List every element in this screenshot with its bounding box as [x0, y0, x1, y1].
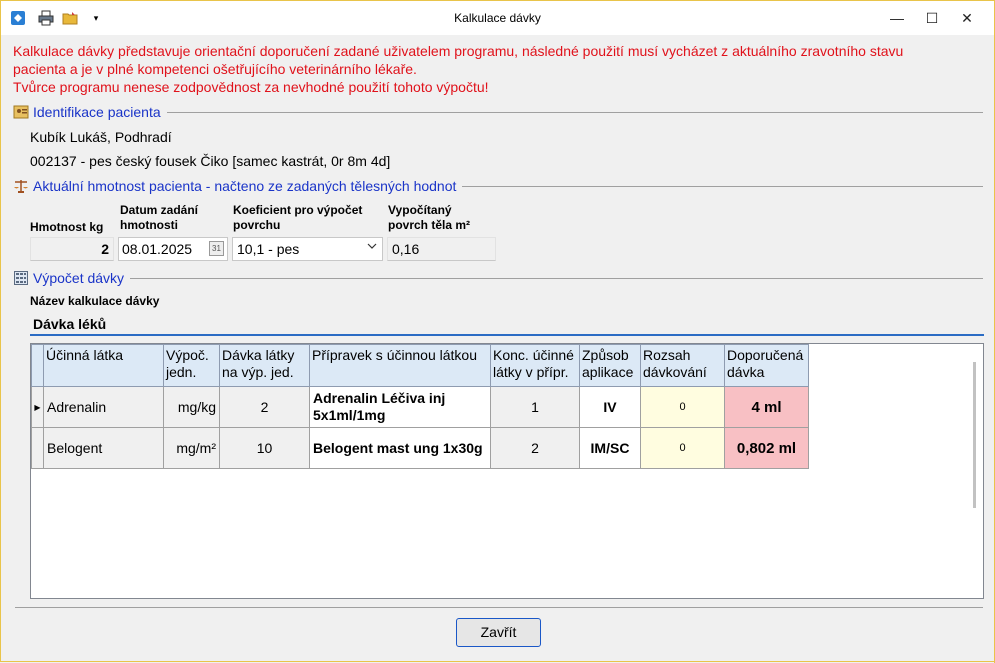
dose-table: Účinná látka Výpoč. jedn. Dávka látky na…: [31, 344, 809, 469]
range-cell[interactable]: 0: [640, 427, 725, 469]
patient-icon: [13, 104, 29, 120]
surface-label-line: Vypočítaný: [388, 203, 452, 217]
folder-icon[interactable]: [61, 9, 79, 27]
calculation-name-label: Název kalkulace dávky: [30, 294, 160, 308]
date-label-line: Datum zadání: [120, 203, 199, 217]
chevron-down-icon: [367, 241, 377, 254]
close-window-button[interactable]: ✕: [947, 1, 987, 35]
calendar-icon[interactable]: 31: [209, 241, 224, 256]
dose-cell[interactable]: 10: [219, 427, 310, 469]
substance-cell[interactable]: Belogent: [43, 427, 164, 469]
calculation-dialog: ▾ Kalkulace dávky — ☐ ✕ Kalkulace dávky …: [0, 0, 995, 663]
row-indicator: [31, 427, 44, 469]
dose-section-label: Výpočet dávky: [33, 270, 125, 286]
route-cell[interactable]: IV: [579, 386, 641, 428]
weight-section-header: Aktuální hmotnost pacienta - načteno ze …: [13, 176, 983, 196]
animal-info: 002137 - pes český fousek Čiko [samec ka…: [30, 153, 391, 169]
date-value: 08.01.2025: [122, 241, 193, 257]
coefficient-label-line: povrchu: [233, 218, 281, 232]
coefficient-label: Koeficient pro výpočet povrchu: [233, 203, 362, 233]
vertical-scrollbar[interactable]: [968, 344, 983, 598]
print-icon[interactable]: [37, 9, 55, 27]
dose-cell[interactable]: 2: [219, 386, 310, 428]
surface-label: Vypočítaný povrch těla m²: [388, 203, 470, 233]
row-header-corner: [31, 344, 44, 387]
product-cell[interactable]: Belogent mast ung 1x30g: [309, 427, 491, 469]
section-divider: [130, 277, 983, 279]
surface-value: 0,16: [387, 237, 496, 261]
surface-label-line: povrch těla m²: [388, 218, 471, 232]
coefficient-value: 10,1 - pes: [237, 241, 300, 257]
unit-cell[interactable]: mg/m²: [163, 427, 220, 469]
dose-grid: Účinná látka Výpoč. jedn. Dávka látky na…: [30, 343, 984, 599]
section-divider: [462, 185, 983, 187]
customize-icon[interactable]: ▾: [87, 9, 105, 27]
owner-name: Kubík Lukáš, Podhradí: [30, 129, 172, 145]
table-row[interactable]: ▶ Adrenalin mg/kg 2 Adrenalin Léčiva inj…: [31, 386, 809, 428]
window-title: Kalkulace dávky: [454, 11, 541, 25]
column-header[interactable]: Účinná látka: [43, 344, 164, 387]
section-divider: [166, 111, 983, 113]
date-label-line: hmotnosti: [120, 218, 178, 232]
range-cell[interactable]: 0: [640, 386, 725, 428]
dose-section-header: Výpočet dávky: [13, 268, 983, 288]
maximize-button[interactable]: ☐: [912, 1, 952, 35]
title-bar: ▾ Kalkulace dávky — ☐ ✕: [1, 1, 994, 35]
app-icon[interactable]: [9, 9, 27, 27]
column-header[interactable]: Dávka látky na výp. jed.: [219, 344, 310, 387]
column-header[interactable]: Způsob aplikace: [579, 344, 641, 387]
current-row-indicator: ▶: [31, 386, 44, 428]
column-header[interactable]: Výpoč. jedn.: [163, 344, 220, 387]
weight-label: Hmotnost kg: [30, 220, 104, 234]
disclaimer-line: pacienta a je v plné kompetenci ošetřují…: [13, 61, 417, 77]
scrollbar-thumb[interactable]: [973, 362, 976, 508]
recommended-dose-cell: 4 ml: [724, 386, 809, 428]
coefficient-label-line: Koeficient pro výpočet: [233, 203, 363, 217]
unit-cell[interactable]: mg/kg: [163, 386, 220, 428]
calculation-name-input[interactable]: Dávka léků: [30, 314, 984, 336]
disclaimer-line: Tvůrce programu nenese zodpovědnost za n…: [13, 79, 489, 95]
concentration-cell[interactable]: 2: [490, 427, 580, 469]
column-header[interactable]: Rozsah dávkování: [640, 344, 725, 387]
calculator-icon: [13, 270, 29, 286]
column-header[interactable]: Konc. účinné látky v přípr.: [490, 344, 580, 387]
weight-section-label: Aktuální hmotnost pacienta - načteno ze …: [33, 178, 457, 194]
table-header-row: Účinná látka Výpoč. jedn. Dávka látky na…: [31, 344, 809, 387]
concentration-cell[interactable]: 1: [490, 386, 580, 428]
patient-section-header: Identifikace pacienta: [13, 102, 983, 122]
product-cell[interactable]: Adrenalin Léčiva inj 5x1ml/1mg: [309, 386, 491, 428]
close-button[interactable]: Zavřít: [456, 618, 541, 647]
patient-section-label: Identifikace pacienta: [33, 104, 161, 120]
table-row[interactable]: Belogent mg/m² 10 Belogent mast ung 1x30…: [31, 427, 809, 469]
column-header[interactable]: Doporučená dávka: [724, 344, 809, 387]
weight-value: 2: [30, 237, 114, 261]
scales-icon: [13, 178, 29, 194]
route-cell[interactable]: IM/SC: [579, 427, 641, 469]
coefficient-select[interactable]: 10,1 - pes: [232, 237, 383, 261]
minimize-button[interactable]: —: [877, 1, 917, 35]
column-header[interactable]: Přípravek s účinnou látkou: [309, 344, 491, 387]
date-input[interactable]: 08.01.2025 31: [118, 237, 228, 261]
date-label: Datum zadání hmotnosti: [120, 203, 198, 233]
footer-divider: [15, 607, 983, 608]
disclaimer-text: Kalkulace dávky představuje orientační d…: [13, 42, 973, 96]
substance-cell[interactable]: Adrenalin: [43, 386, 164, 428]
disclaimer-line: Kalkulace dávky představuje orientační d…: [13, 43, 904, 59]
recommended-dose-cell: 0,802 ml: [724, 427, 809, 469]
